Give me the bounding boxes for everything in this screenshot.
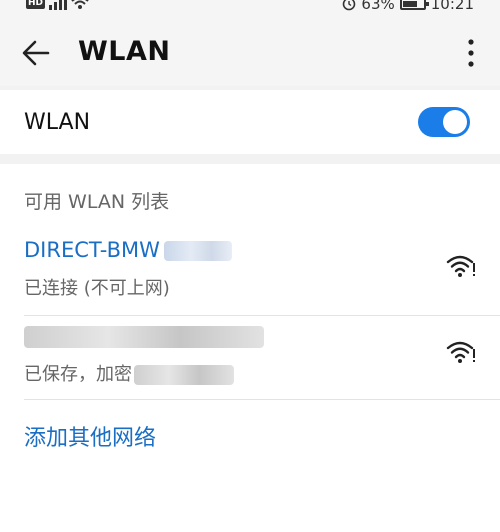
section-header: 可用 WLAN 列表 <box>24 191 170 213</box>
network-status: 已连接 (不可上网) <box>24 278 170 299</box>
redacted-text <box>134 365 234 385</box>
divider <box>24 399 500 400</box>
redacted-text <box>24 326 264 348</box>
cellular-signal-icon <box>49 0 68 10</box>
add-other-network-link[interactable]: 添加其他网络 <box>24 420 156 452</box>
wifi-signal-icon <box>446 255 475 277</box>
wlan-toggle-row[interactable]: WLAN <box>0 90 500 154</box>
network-status: 已保存，加密 <box>24 360 234 386</box>
wifi-signal-icon <box>446 341 475 363</box>
network-row-direct-bmw[interactable]: DIRECT-BMW 已连接 (不可上网) <box>0 230 500 316</box>
network-name: DIRECT-BMW <box>24 238 232 262</box>
switch-knob <box>443 110 467 134</box>
arrow-left-icon <box>22 40 50 66</box>
status-bar: HD 63% 10:21 <box>0 0 500 14</box>
more-options-button[interactable] <box>464 38 478 68</box>
wlan-toggle-label: WLAN <box>24 110 91 135</box>
wifi-status-icon <box>71 0 89 9</box>
back-button[interactable] <box>20 38 52 68</box>
page-title: WLAN <box>78 36 171 67</box>
network-list-card: 可用 WLAN 列表 DIRECT-BMW 已连接 (不可上网) 已保存，加密 <box>0 164 500 532</box>
redacted-text <box>163 241 232 261</box>
battery-percent: 63% <box>361 0 395 13</box>
network-name <box>24 324 264 348</box>
network-row-saved[interactable]: 已保存，加密 <box>0 316 500 402</box>
alarm-icon <box>343 0 356 11</box>
hd-badge: HD <box>26 0 46 9</box>
status-right: 63% 10:21 <box>342 0 474 13</box>
app-bar: WLAN <box>0 14 500 86</box>
wlan-switch[interactable] <box>418 107 470 137</box>
more-vertical-icon <box>468 39 474 67</box>
battery-icon <box>399 0 429 10</box>
clock-time: 10:21 <box>430 0 474 13</box>
status-left: HD <box>26 0 89 10</box>
